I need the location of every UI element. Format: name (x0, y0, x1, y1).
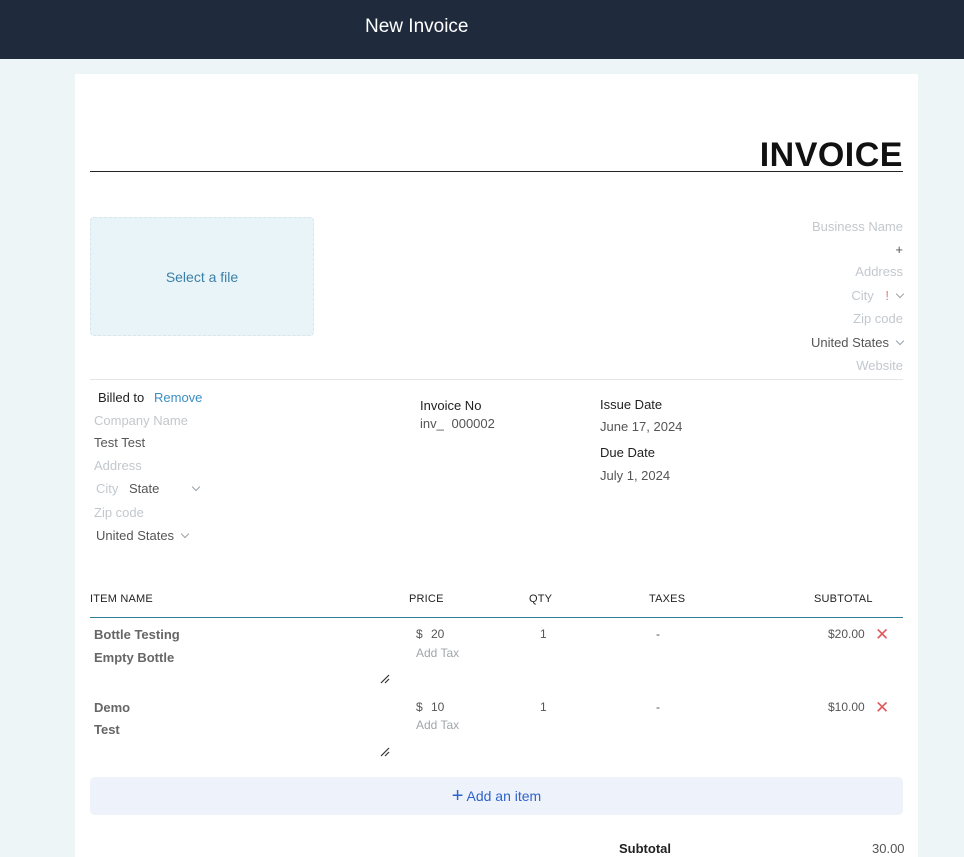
client-address-input[interactable]: Address (94, 458, 142, 473)
logo-dropzone[interactable]: Select a file (90, 217, 314, 336)
column-header-taxes: TAXES (649, 593, 686, 605)
resize-handle-icon[interactable] (380, 674, 390, 684)
invoice-heading: INVOICE (759, 136, 903, 174)
taxes-value: - (656, 700, 660, 714)
taxes-value: - (656, 627, 660, 641)
add-tax-link[interactable]: Add Tax (416, 718, 459, 732)
remove-client-link[interactable]: Remove (154, 390, 202, 405)
client-city-input[interactable]: City (96, 481, 118, 496)
add-item-label: Add an item (466, 788, 542, 804)
client-zip-input[interactable]: Zip code (94, 505, 144, 520)
client-state-select[interactable]: State (129, 481, 201, 496)
price-currency: $ (416, 700, 423, 714)
row-subtotal: $20.00 (828, 627, 865, 641)
qty-input[interactable]: 1 (540, 700, 547, 714)
price-input[interactable]: 10 (431, 700, 444, 714)
add-business-field-button[interactable]: + (895, 242, 903, 257)
invoice-no-field: inv_ 000002 (420, 416, 495, 431)
row-subtotal: $10.00 (828, 700, 865, 714)
business-state-select[interactable]: ! (885, 288, 889, 303)
client-company-input[interactable]: Company Name (94, 413, 188, 428)
select-file-label[interactable]: Select a file (166, 269, 238, 285)
business-city-input[interactable]: City (851, 288, 873, 303)
item-description-input[interactable]: Empty Bottle (94, 650, 174, 665)
item-name-input[interactable]: Demo (94, 700, 130, 715)
subtotal-label: Subtotal (619, 841, 671, 856)
qty-input[interactable]: 1 (540, 627, 547, 641)
client-country-value: United States (96, 528, 175, 543)
business-address-input[interactable]: Address (855, 264, 903, 279)
item-description-input[interactable]: Test (94, 722, 120, 737)
chevron-down-icon (180, 529, 190, 539)
delete-item-icon[interactable]: ✕ (875, 699, 889, 716)
business-country-select[interactable]: United States (810, 335, 905, 350)
page-title: New Invoice (365, 16, 469, 37)
business-city-state-row: City ! (851, 288, 905, 303)
price-input[interactable]: 20 (431, 627, 444, 641)
business-zip-input[interactable]: Zip code (853, 311, 903, 326)
table-header-divider (90, 617, 903, 618)
invoice-sheet: INVOICE Select a file Business Name + Ad… (75, 74, 918, 857)
add-item-button[interactable]: + Add an item (90, 777, 903, 815)
business-country-value: United States (810, 335, 889, 350)
client-name-input[interactable]: Test Test (94, 435, 145, 450)
client-state-value: State (129, 481, 160, 496)
invoice-no-label: Invoice No (420, 398, 482, 413)
delete-item-icon[interactable]: ✕ (875, 626, 889, 643)
price-currency: $ (416, 627, 423, 641)
chevron-down-icon[interactable] (895, 289, 905, 299)
due-date-input[interactable]: July 1, 2024 (600, 468, 670, 483)
invoice-prefix-input[interactable]: inv_ (420, 416, 444, 431)
section-divider (90, 379, 903, 380)
subtotal-value: 30.00 (872, 841, 905, 856)
chevron-down-icon (192, 482, 201, 492)
invoice-number-input[interactable]: 000002 (451, 416, 494, 431)
due-date-label: Due Date (600, 445, 655, 460)
issue-date-label: Issue Date (600, 397, 663, 412)
chevron-down-icon (895, 336, 905, 346)
item-name-input[interactable]: Bottle Testing (94, 627, 180, 642)
business-website-input[interactable]: Website (856, 358, 903, 373)
client-country-select[interactable]: United States (96, 528, 190, 543)
column-header-subtotal: SUBTOTAL (814, 593, 873, 605)
add-tax-link[interactable]: Add Tax (416, 646, 459, 660)
plus-icon: + (451, 785, 464, 807)
billed-to-label: Billed to (98, 390, 145, 405)
heading-divider (90, 171, 903, 172)
app-header: New Invoice (0, 0, 964, 59)
column-header-item: ITEM NAME (90, 593, 153, 605)
business-name-input[interactable]: Business Name (812, 219, 903, 234)
column-header-qty: QTY (529, 593, 553, 605)
resize-handle-icon[interactable] (380, 747, 390, 757)
issue-date-input[interactable]: June 17, 2024 (600, 419, 682, 434)
column-header-price: PRICE (409, 593, 444, 605)
